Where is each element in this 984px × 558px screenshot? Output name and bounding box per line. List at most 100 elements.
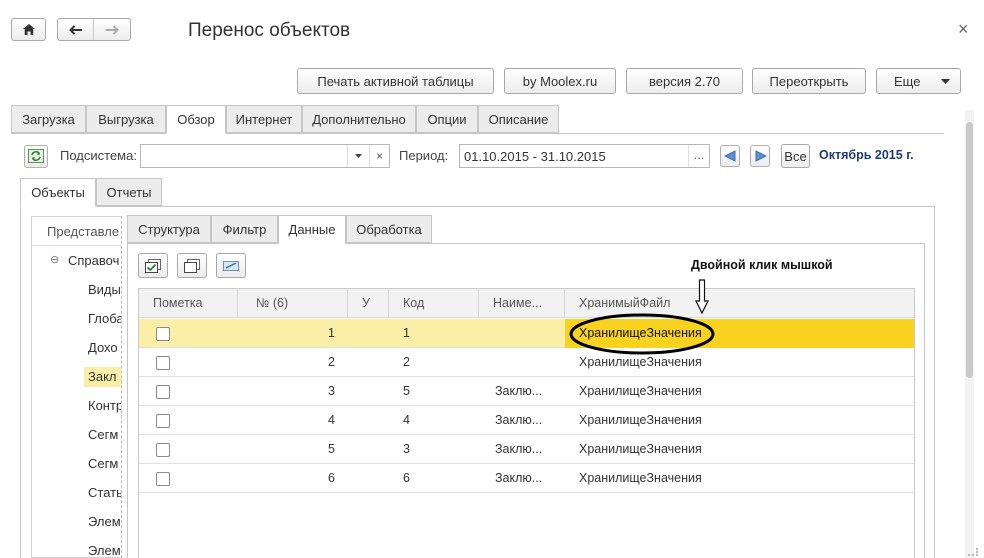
row-checkbox[interactable]	[156, 472, 170, 486]
tab-dopolnitelno[interactable]: Дополнительно	[302, 105, 416, 133]
tree-item-label: Закл	[84, 367, 121, 387]
row-checkbox[interactable]	[156, 356, 170, 370]
window-title: Перенос объектов	[188, 20, 351, 41]
tree-item[interactable]: Глоба	[32, 304, 121, 333]
nav-group	[57, 18, 131, 41]
arrow-left-icon	[724, 150, 736, 162]
window-scrollbar-thumb[interactable]	[966, 122, 973, 378]
annotation-arrow-icon	[695, 279, 709, 315]
row-stored-file: ХранилищеЗначения	[579, 413, 702, 427]
column-header-name[interactable]: Наиме...	[479, 289, 565, 317]
table-row[interactable]: 1 1 ХранилищеЗначения	[139, 319, 914, 348]
tab-objects[interactable]: Объекты	[20, 178, 96, 207]
grid-header: Пометка № (6) У Код Наиме... ХранимыйФай…	[139, 289, 914, 318]
more-button[interactable]: Еще	[876, 68, 961, 94]
tab-structure[interactable]: Структура	[127, 215, 211, 243]
tab-filter[interactable]: Фильтр	[211, 215, 278, 243]
row-stored-file: ХранилищеЗначения	[579, 442, 702, 456]
collapse-icon[interactable]: ⊖	[50, 246, 59, 275]
tree-item[interactable]: Виды	[32, 275, 121, 304]
table-row[interactable]: 3 5 Заклю... ХранилищеЗначения	[139, 377, 914, 406]
reopen-button[interactable]: Переоткрыть	[752, 68, 866, 94]
tab-vygruzka[interactable]: Выгрузка	[86, 105, 166, 133]
tab-processing[interactable]: Обработка	[346, 215, 432, 243]
invert-marks-button[interactable]	[216, 253, 246, 278]
column-header-number[interactable]: № (6)	[238, 289, 348, 317]
window-scrollbar[interactable]	[965, 110, 974, 558]
tree-item[interactable]: Сегм	[32, 420, 121, 449]
home-button[interactable]	[11, 18, 46, 41]
tab-internet[interactable]: Интернет	[226, 105, 302, 133]
period-value: 01.10.2015 - 31.10.2015	[464, 149, 606, 164]
tree-item[interactable]: Сегм	[32, 449, 121, 478]
dropdown-arrow-icon	[941, 79, 950, 84]
table-row[interactable]: 4 4 Заклю... ХранилищеЗначения	[139, 406, 914, 435]
version-button[interactable]: версия 2.70	[626, 68, 743, 94]
table-row[interactable]: 2 2 ХранилищеЗначения	[139, 348, 914, 377]
row-name: Заклю...	[495, 471, 543, 485]
uncheck-all-icon	[184, 258, 200, 273]
data-grid: Пометка № (6) У Код Наиме... ХранимыйФай…	[138, 288, 915, 558]
column-header-mark[interactable]: Пометка	[139, 289, 238, 317]
tree-item-label: Элем	[88, 543, 121, 558]
tree-item[interactable]: Дохо	[32, 333, 121, 362]
row-code: 4	[403, 413, 410, 427]
splitter[interactable]	[121, 216, 122, 558]
row-stored-file: ХранилищеЗначения	[579, 471, 702, 485]
tree-item[interactable]: Элем	[32, 507, 121, 536]
tree-item[interactable]: Статы	[32, 478, 121, 507]
subsystem-clear-button[interactable]: ×	[369, 145, 389, 167]
tab-opcii[interactable]: Опции	[416, 105, 478, 133]
tab-opisanie[interactable]: Описание	[478, 105, 559, 133]
print-active-table-button[interactable]: Печать активной таблицы	[297, 68, 494, 94]
tree-item-label: Виды	[88, 282, 121, 297]
column-header-code[interactable]: Код	[389, 289, 479, 317]
tab-reports[interactable]: Отчеты	[96, 178, 162, 206]
tree-item[interactable]: Контр	[32, 391, 121, 420]
tab-zagruzka[interactable]: Загрузка	[11, 105, 86, 133]
row-code: 6	[403, 471, 410, 485]
table-row[interactable]: 6 6 Заклю... ХранилищеЗначения	[139, 464, 914, 493]
resize-grip-icon[interactable]	[968, 548, 978, 556]
tab-obzor[interactable]: Обзор	[166, 105, 226, 134]
row-number: 5	[328, 442, 335, 456]
tree-root[interactable]: ⊖ Справоч	[32, 246, 121, 275]
row-number: 6	[328, 471, 335, 485]
back-button[interactable]	[58, 19, 95, 40]
tree-item-label: Дохо	[88, 340, 118, 355]
column-header-u[interactable]: У	[348, 289, 389, 317]
annotation-ellipse	[569, 313, 715, 355]
subsystem-dropdown-button[interactable]	[347, 145, 369, 167]
row-checkbox[interactable]	[156, 414, 170, 428]
tree-root-label: Справоч	[68, 253, 120, 268]
period-next-button[interactable]	[750, 145, 770, 167]
tree-item-label: Сегм	[88, 456, 119, 471]
all-periods-button[interactable]: Все	[781, 144, 810, 168]
arrow-right-icon	[755, 150, 767, 162]
forward-button[interactable]	[94, 19, 130, 40]
period-select-button[interactable]: ...	[688, 145, 709, 167]
period-field[interactable]: 01.10.2015 - 31.10.2015 ...	[459, 144, 710, 168]
tab-data[interactable]: Данные	[278, 215, 346, 244]
row-checkbox[interactable]	[156, 385, 170, 399]
row-code: 3	[403, 442, 410, 456]
subsystem-field[interactable]: ×	[140, 144, 390, 168]
row-code: 2	[403, 355, 410, 369]
uncheck-all-button[interactable]	[177, 253, 207, 278]
table-row[interactable]: 5 3 Заклю... ХранилищеЗначения	[139, 435, 914, 464]
row-name: Заклю...	[495, 413, 543, 427]
moolex-link-button[interactable]: by Moolex.ru	[504, 68, 616, 94]
refresh-button[interactable]	[24, 145, 48, 168]
check-all-button[interactable]	[138, 253, 168, 278]
row-code: 1	[403, 326, 410, 340]
row-checkbox[interactable]	[156, 327, 170, 341]
annotation-text: Двойной клик мышкой	[691, 258, 833, 272]
invert-marks-icon	[223, 260, 239, 271]
row-checkbox[interactable]	[156, 443, 170, 457]
tree-item-label: Статы	[88, 485, 121, 500]
close-icon[interactable]: ×	[958, 19, 969, 40]
tree-item-selected[interactable]: Закл	[32, 362, 121, 391]
tree-item[interactable]: Элем	[32, 536, 121, 558]
row-name	[495, 348, 563, 377]
period-prev-button[interactable]	[720, 145, 740, 167]
